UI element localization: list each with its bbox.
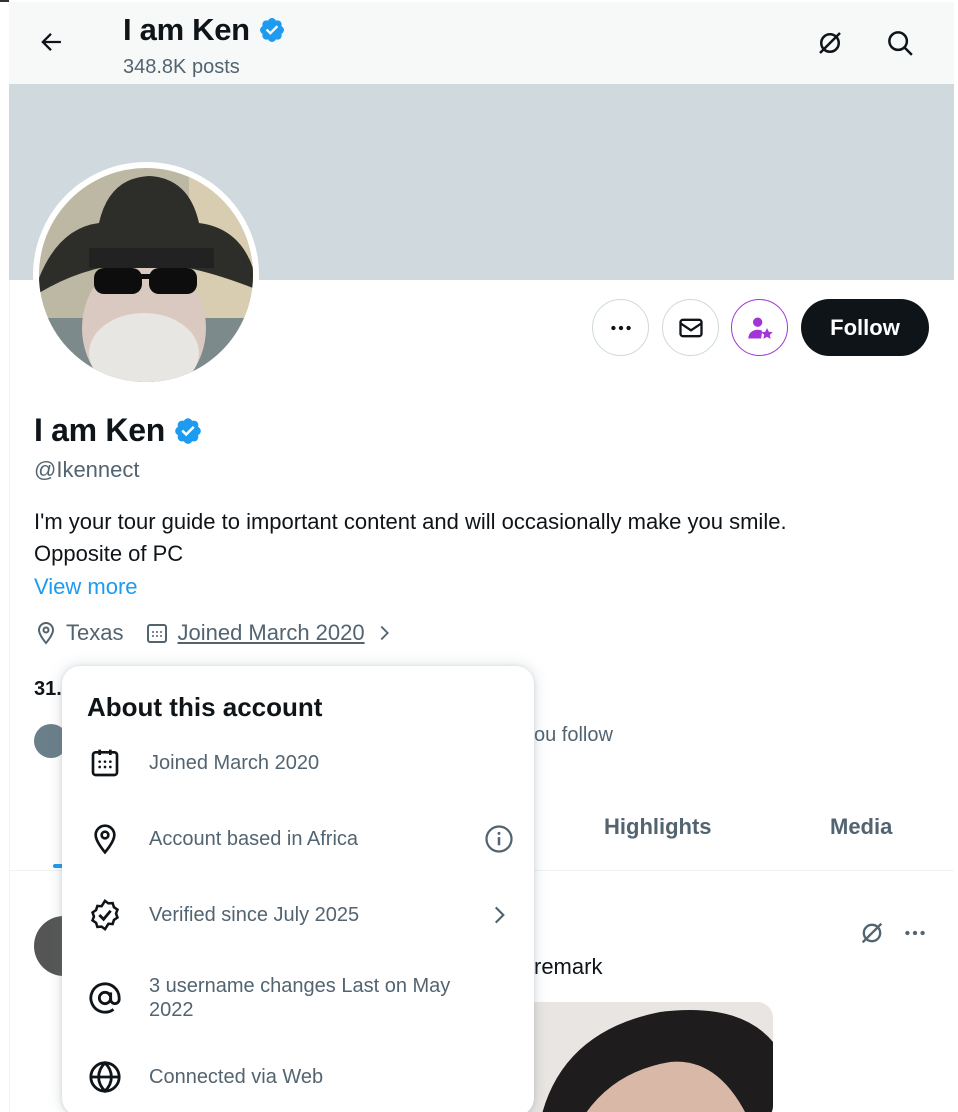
location: Texas bbox=[34, 620, 123, 646]
profile-header: I am Ken 348.8K posts bbox=[9, 2, 954, 84]
profile-meta: Texas Joined March 2020 bbox=[34, 620, 417, 646]
verified-badge-icon bbox=[259, 18, 284, 42]
popover-title: About this account bbox=[87, 692, 323, 722]
popover-row-text: Account based in Africa bbox=[149, 828, 359, 850]
joined-date-link[interactable]: Joined March 2020 bbox=[145, 620, 394, 646]
popover-row-text: 3 username changes Last on May 2022 bbox=[149, 975, 451, 1021]
profile-name-text: I am Ken bbox=[34, 412, 165, 448]
person-star-icon bbox=[747, 317, 773, 339]
follow-button[interactable]: Follow bbox=[801, 299, 929, 356]
profile-avatar[interactable] bbox=[33, 162, 259, 388]
about-account-popover: About this account Joined March 2020 Acc… bbox=[62, 666, 534, 1112]
subscribe-button[interactable] bbox=[731, 299, 788, 356]
popover-row-text: Joined March 2020 bbox=[149, 752, 320, 774]
verified-badge-outline-icon bbox=[86, 896, 124, 934]
popover-row-joined: Joined March 2020 bbox=[86, 744, 516, 782]
post-media-image bbox=[520, 1002, 773, 1112]
bio-line: Opposite of PC bbox=[34, 541, 184, 566]
location-text: Texas bbox=[66, 620, 124, 645]
post-text: remark bbox=[534, 954, 603, 979]
search-button[interactable] bbox=[883, 26, 917, 60]
info-button[interactable] bbox=[482, 822, 516, 856]
post-media[interactable] bbox=[520, 1002, 773, 1112]
joined-text: Joined March 2020 bbox=[177, 620, 365, 645]
header-title: I am Ken bbox=[123, 12, 286, 48]
globe-icon bbox=[86, 1058, 124, 1096]
profile-bio: I'm your tour guide to important content… bbox=[34, 506, 914, 570]
follow-counts[interactable]: 31. bbox=[34, 678, 62, 701]
header-post-count: 348.8K posts bbox=[123, 56, 240, 78]
verified-badge-icon[interactable] bbox=[173, 416, 203, 446]
followed-by-text[interactable]: ou follow bbox=[534, 724, 613, 747]
info-icon bbox=[485, 825, 513, 853]
popover-row-location: Account based in Africa bbox=[86, 820, 516, 858]
avatar-photo bbox=[39, 168, 253, 382]
popover-row-text: Verified since July 2025 bbox=[149, 904, 360, 926]
chevron-right-icon bbox=[482, 898, 516, 932]
at-sign-icon bbox=[86, 979, 124, 1017]
popover-row-text: Connected via Web bbox=[149, 1066, 324, 1088]
message-button[interactable] bbox=[662, 299, 719, 356]
post-more-button[interactable] bbox=[898, 916, 932, 950]
grok-icon bbox=[861, 922, 883, 944]
more-options-button[interactable] bbox=[592, 299, 649, 356]
search-icon bbox=[888, 31, 913, 56]
bio-line: I'm your tour guide to important content… bbox=[34, 509, 787, 534]
arrow-left-icon bbox=[41, 33, 61, 51]
tab-highlights[interactable]: Highlights bbox=[604, 814, 712, 840]
envelope-icon bbox=[678, 318, 703, 337]
header-name: I am Ken bbox=[123, 12, 250, 47]
calendar-icon bbox=[86, 744, 124, 782]
back-button[interactable] bbox=[33, 24, 69, 60]
location-pin-icon bbox=[37, 621, 55, 645]
popover-row-verified[interactable]: Verified since July 2025 bbox=[86, 896, 516, 934]
chevron-right-icon bbox=[380, 625, 389, 641]
profile-handle: @Ikennect bbox=[34, 457, 140, 482]
more-dots-icon bbox=[610, 325, 631, 330]
post-grok-button[interactable] bbox=[855, 916, 889, 950]
grok-icon bbox=[819, 32, 841, 54]
calendar-icon bbox=[147, 624, 168, 643]
grok-button[interactable] bbox=[813, 26, 847, 60]
popover-row-username-changes: 3 username changes Last on May 2022 bbox=[86, 974, 516, 1022]
view-more-link[interactable]: View more bbox=[34, 574, 138, 600]
more-dots-icon bbox=[905, 930, 925, 936]
tab-media[interactable]: Media bbox=[830, 814, 892, 840]
popover-row-connected: Connected via Web bbox=[86, 1058, 516, 1096]
location-pin-icon bbox=[86, 820, 124, 858]
profile-name: I am Ken bbox=[34, 412, 203, 449]
avatar-image bbox=[39, 168, 253, 382]
